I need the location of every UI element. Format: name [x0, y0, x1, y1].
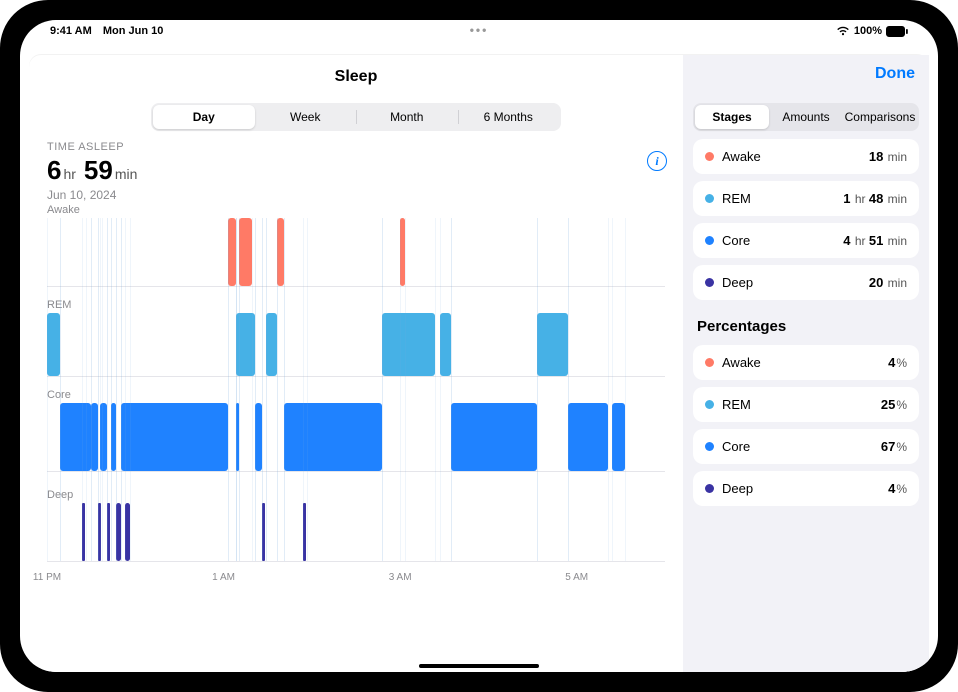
side-tab-comparisons[interactable]: Comparisons	[843, 105, 917, 129]
row-label-awake: Awake	[47, 204, 80, 216]
stage-value: 1 hr 48 min	[843, 191, 907, 206]
stage-name: REM	[722, 191, 751, 206]
stage-dot-icon	[705, 236, 714, 245]
stage-value: 4%	[888, 355, 907, 370]
x-tick: 11 PM	[33, 572, 61, 583]
date-text: Jun 10, 2024	[47, 188, 665, 202]
stage-value: 20 min	[869, 275, 907, 290]
home-indicator[interactable]	[419, 664, 539, 668]
stage-value: 4 hr 51 min	[843, 233, 907, 248]
stage-name: Core	[722, 233, 750, 248]
side-tab-stages[interactable]: Stages	[695, 105, 769, 129]
stage-dot-icon	[705, 358, 714, 367]
status-date: Mon Jun 10	[103, 25, 164, 37]
metric-label: TIME ASLEEP	[47, 141, 665, 153]
stage-name: REM	[722, 397, 751, 412]
x-tick: 5 AM	[565, 572, 588, 583]
status-bar: 9:41 AM Mon Jun 10 ••• 100%	[20, 20, 938, 42]
stage-dot-icon	[705, 400, 714, 409]
stage-card-core[interactable]: Core 4 hr 51 min	[693, 223, 919, 258]
percentages-header: Percentages	[693, 308, 919, 337]
wifi-icon	[836, 26, 850, 36]
stage-card-awake[interactable]: Awake 18 min	[693, 139, 919, 174]
stage-dot-icon	[705, 278, 714, 287]
info-icon[interactable]: i	[647, 151, 667, 171]
percent-card-awake[interactable]: Awake 4%	[693, 345, 919, 380]
stage-value: 67%	[881, 439, 907, 454]
status-time: 9:41 AM	[50, 25, 92, 37]
stage-value: 18 min	[869, 149, 907, 164]
screen: 9:41 AM Mon Jun 10 ••• 100% Sleep	[20, 20, 938, 672]
stage-name: Deep	[722, 275, 753, 290]
range-tab-6months[interactable]: 6 Months	[458, 105, 560, 129]
stage-value: 4%	[888, 481, 907, 496]
range-tab-month[interactable]: Month	[356, 105, 458, 129]
multitask-dots-icon[interactable]: •••	[470, 23, 489, 37]
chart-segment-awake	[277, 218, 284, 286]
battery-icon	[886, 26, 908, 37]
chart-segment-rem	[47, 313, 60, 376]
time-asleep-value: 6hr 59min	[47, 155, 665, 186]
range-segmented-control[interactable]: DayWeekMonth6 Months	[151, 103, 561, 131]
percent-card-deep[interactable]: Deep 4%	[693, 471, 919, 506]
percent-card-core[interactable]: Core 67%	[693, 429, 919, 464]
stage-card-deep[interactable]: Deep 20 min	[693, 265, 919, 300]
chart-segment-core	[91, 403, 98, 471]
stage-dot-icon	[705, 152, 714, 161]
side-segmented-control[interactable]: StagesAmountsComparisons	[693, 103, 919, 131]
percent-card-rem[interactable]: REM 25%	[693, 387, 919, 422]
chart-segment-awake	[239, 218, 251, 286]
side-panel: Done StagesAmountsComparisons Awake 18 mi…	[683, 55, 929, 672]
chart-segment-rem	[440, 313, 451, 376]
done-button[interactable]: Done	[875, 65, 915, 83]
range-tab-week[interactable]: Week	[255, 105, 357, 129]
stage-name: Awake	[722, 149, 761, 164]
stage-card-rem[interactable]: REM 1 hr 48 min	[693, 181, 919, 216]
range-tab-day[interactable]: Day	[153, 105, 255, 129]
stage-name: Awake	[722, 355, 761, 370]
chart-segment-rem	[266, 313, 277, 376]
main-panel: Sleep DayWeekMonth6 Months TIME ASLEEP 6…	[29, 55, 683, 672]
page-title: Sleep	[335, 68, 378, 86]
x-tick: 1 AM	[212, 572, 235, 583]
chart-segment-core	[568, 403, 608, 471]
sleep-chart[interactable]: AwakeREMCoreDeep11 PM1 AM3 AM5 AM	[47, 206, 665, 586]
stage-dot-icon	[705, 442, 714, 451]
chart-segment-core	[612, 403, 625, 471]
ipad-frame: 9:41 AM Mon Jun 10 ••• 100% Sleep	[0, 0, 958, 692]
chart-segment-core	[121, 403, 228, 471]
sheet: Sleep DayWeekMonth6 Months TIME ASLEEP 6…	[29, 55, 929, 672]
stage-name: Core	[722, 439, 750, 454]
stage-value: 25%	[881, 397, 907, 412]
chart-segment-rem	[382, 313, 435, 376]
chart-segment-core	[284, 403, 383, 471]
percentages-list: Awake 4% REM 25% Core 67% Deep 4%	[693, 345, 919, 506]
stage-dot-icon	[705, 484, 714, 493]
x-tick: 3 AM	[389, 572, 412, 583]
stages-list: Awake 18 min REM 1 hr 48 min Core 4 hr 51 min…	[693, 139, 919, 300]
side-tab-amounts[interactable]: Amounts	[769, 105, 843, 129]
chart-segment-core	[255, 403, 262, 471]
chart-segment-core	[451, 403, 537, 471]
stage-name: Deep	[722, 481, 753, 496]
chart-segment-rem	[537, 313, 568, 376]
chart-segment-awake	[228, 218, 236, 286]
row-label-core: Core	[47, 389, 71, 401]
stage-dot-icon	[705, 194, 714, 203]
status-battery-text: 100%	[854, 25, 882, 37]
row-label-rem: REM	[47, 299, 71, 311]
